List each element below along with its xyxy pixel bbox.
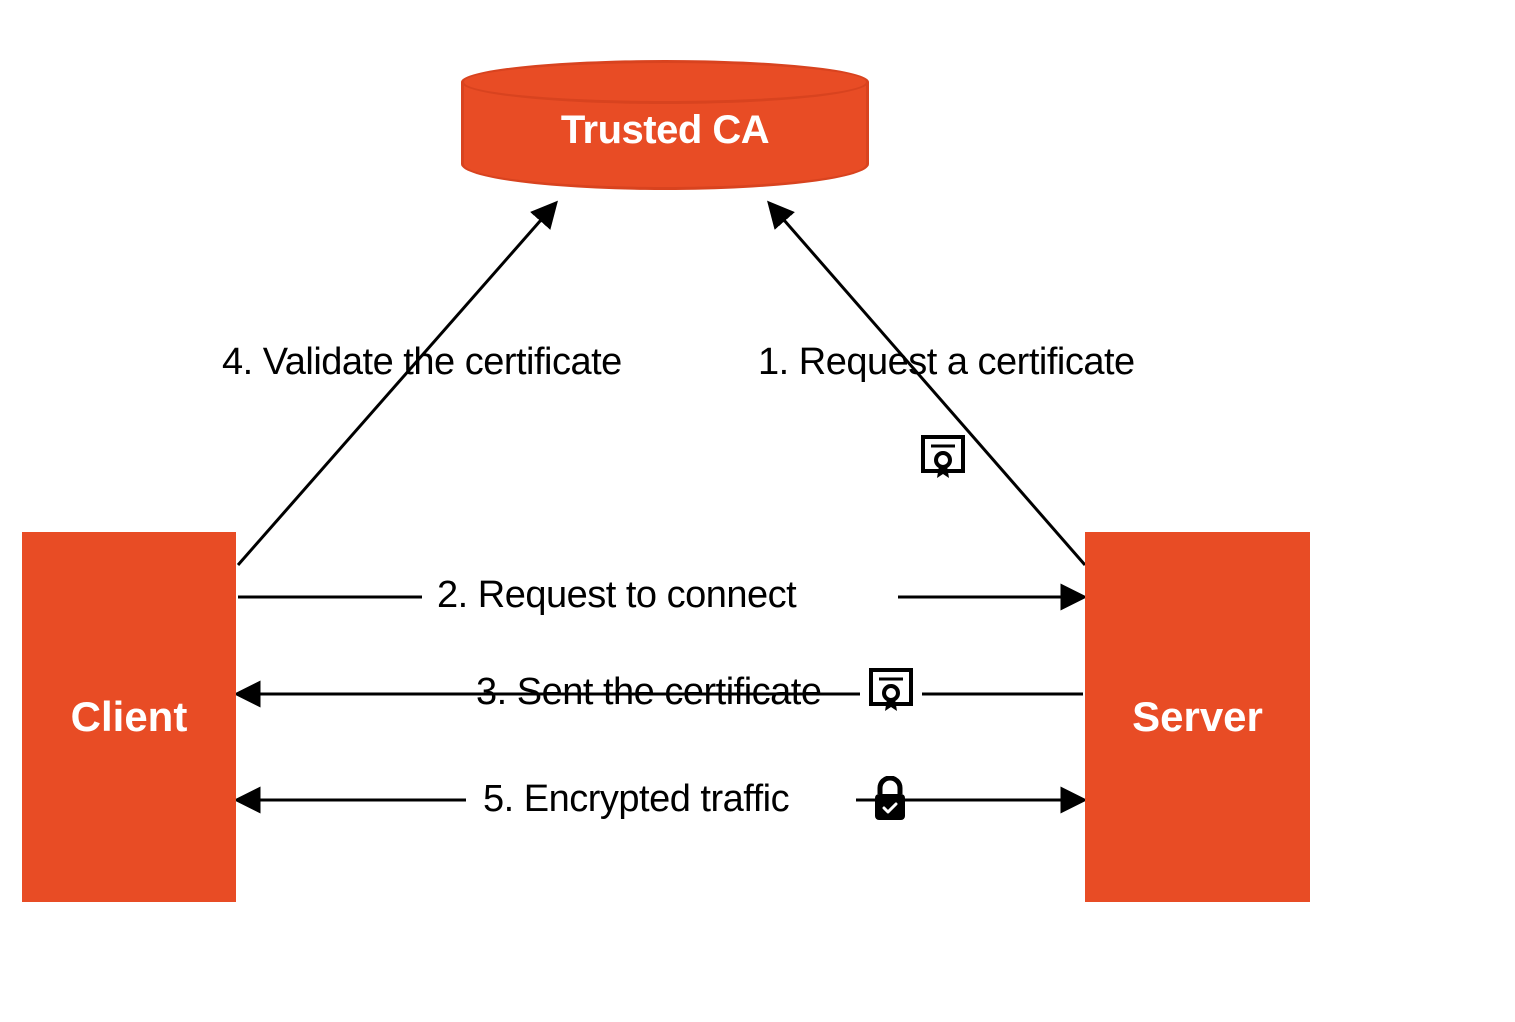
client-label: Client bbox=[71, 693, 188, 741]
lock-icon bbox=[870, 776, 910, 824]
server-node: Server bbox=[1085, 532, 1310, 902]
trusted-ca-label: Trusted CA bbox=[561, 108, 769, 153]
step-4-label: 4. Validate the certificate bbox=[222, 341, 622, 384]
step-2-label: 2. Request to connect bbox=[437, 574, 796, 617]
server-label: Server bbox=[1132, 693, 1263, 741]
step-3-label: 3. Sent the certificate bbox=[476, 671, 821, 714]
step-5-label: 5. Encrypted traffic bbox=[483, 778, 789, 821]
trusted-ca-node: Trusted CA bbox=[461, 60, 869, 190]
certificate-icon bbox=[918, 432, 968, 482]
certificate-icon bbox=[866, 665, 916, 715]
client-node: Client bbox=[22, 532, 236, 902]
step-1-label: 1. Request a certificate bbox=[758, 341, 1135, 384]
